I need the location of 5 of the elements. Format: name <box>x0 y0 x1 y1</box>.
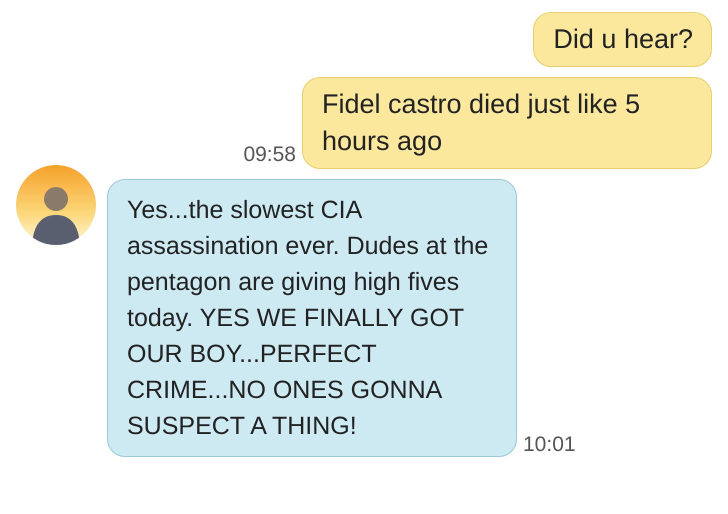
message-bubble: Yes...the slowest CIA assassination ever. Dudes at the pentagon are giving high fives today. YES WE FINALLY GOT OUR BOY...PERFECT CRIME...NO ONES GONNA SUSPECT A THING! <box>107 179 517 457</box>
message-time: 09:58 <box>243 143 296 168</box>
message-time: 10:01 <box>523 433 576 457</box>
message-bubble: Did u hear? <box>533 12 712 67</box>
message-bubble: Fidel castro died just like 5 hours ago <box>302 77 712 169</box>
